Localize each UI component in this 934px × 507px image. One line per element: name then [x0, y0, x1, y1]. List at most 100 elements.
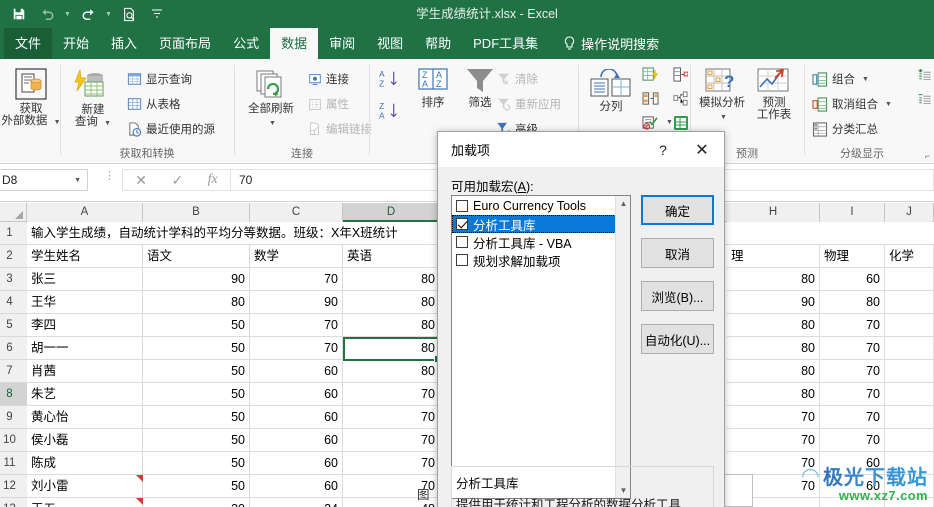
from-table-button[interactable]: 从表格	[127, 96, 181, 112]
redo-icon[interactable]	[75, 2, 101, 26]
cell-H4[interactable]: 90	[727, 291, 820, 314]
row-header-10[interactable]: 10	[0, 429, 27, 452]
cell-C10[interactable]: 60	[250, 429, 343, 452]
text-to-columns-button[interactable]: 分列	[584, 69, 638, 114]
cell-D2[interactable]: 英语	[343, 245, 440, 268]
cell-D7[interactable]: 80	[343, 360, 440, 383]
row-header-4[interactable]: 4	[0, 291, 27, 314]
group-button[interactable]: 组合 ▼	[812, 71, 869, 87]
sort-desc-button[interactable]: ZA	[379, 101, 403, 121]
cell-B12[interactable]: 50	[143, 475, 250, 498]
customize-qat-icon[interactable]	[144, 2, 170, 26]
row-header-13[interactable]: 13	[0, 498, 27, 507]
dialog-help-button[interactable]: ?	[648, 132, 678, 167]
cell-J2[interactable]: 化学	[885, 245, 934, 268]
cell-A6[interactable]: 胡一一	[27, 337, 143, 360]
cell-D9[interactable]: 70	[343, 406, 440, 429]
name-box-dropdown-icon[interactable]: ▼	[74, 177, 81, 184]
what-if-dropdown-icon[interactable]: ▼	[720, 111, 727, 124]
row-header-3[interactable]: 3	[0, 268, 27, 291]
cell-B8[interactable]: 50	[143, 383, 250, 406]
cell-A10[interactable]: 侯小磊	[27, 429, 143, 452]
cell-J8[interactable]	[885, 383, 934, 406]
data-validation-button[interactable]: ▼	[642, 115, 673, 130]
column-header-C[interactable]: C	[250, 203, 343, 222]
cell-B2[interactable]: 语文	[143, 245, 250, 268]
cell-D3[interactable]: 80	[343, 268, 440, 291]
connections-button[interactable]: 连接	[308, 71, 349, 87]
cell-C4[interactable]: 90	[250, 291, 343, 314]
column-header-I[interactable]: I	[820, 203, 885, 222]
cell-H7[interactable]: 80	[727, 360, 820, 383]
row-header-12[interactable]: 12	[0, 475, 27, 498]
cell-B3[interactable]: 90	[143, 268, 250, 291]
row-header-11[interactable]: 11	[0, 452, 27, 475]
addins-listbox[interactable]: Euro Currency Tools 分析工具库 分析工具库 - VBA 规划求解加…	[451, 195, 631, 499]
addins-scrollbar[interactable]: ▲ ▼	[615, 196, 630, 498]
dialog-close-button[interactable]: ✕	[680, 132, 724, 167]
sort-button[interactable]: Z A A Z 排序	[408, 67, 458, 110]
formula-bar-grip[interactable]: ⋮	[104, 171, 115, 182]
checkbox-icon[interactable]	[456, 236, 468, 248]
cell-I9[interactable]: 70	[820, 406, 885, 429]
cell-A5[interactable]: 李四	[27, 314, 143, 337]
sort-asc-button[interactable]: AZ	[379, 69, 403, 89]
name-box[interactable]: D8 ▼	[0, 169, 88, 191]
cell-A2[interactable]: 学生姓名	[27, 245, 143, 268]
cell-C9[interactable]: 60	[250, 406, 343, 429]
row-header-6[interactable]: 6	[0, 337, 27, 360]
refresh-all-dropdown-icon[interactable]: ▼	[269, 117, 276, 130]
cell-D8[interactable]: 70	[343, 383, 440, 406]
print-preview-icon[interactable]	[116, 2, 142, 26]
cell-H10[interactable]: 70	[727, 429, 820, 452]
show-detail-button[interactable]	[918, 69, 932, 82]
cell-B5[interactable]: 50	[143, 314, 250, 337]
tab-8[interactable]: 帮助	[414, 28, 462, 59]
consolidate-button[interactable]	[673, 67, 688, 82]
tab-9[interactable]: PDF工具集	[462, 28, 549, 59]
checkbox-icon[interactable]	[456, 254, 468, 266]
column-header-D[interactable]: D	[343, 203, 440, 222]
cell-J6[interactable]	[885, 337, 934, 360]
select-all-corner[interactable]	[0, 203, 27, 222]
what-if-analysis-button[interactable]: ? 模拟分析 ▼	[696, 67, 748, 124]
scroll-up-icon[interactable]: ▲	[616, 196, 631, 211]
cell-A13[interactable]: 王五	[27, 498, 143, 507]
tab-2[interactable]: 插入	[100, 28, 148, 59]
cell-B6[interactable]: 50	[143, 337, 250, 360]
cell-H8[interactable]: 80	[727, 383, 820, 406]
ungroup-button[interactable]: 取消组合 ▼	[812, 96, 892, 112]
cell-B11[interactable]: 50	[143, 452, 250, 475]
cell-D5[interactable]: 80	[343, 314, 440, 337]
column-header-B[interactable]: B	[143, 203, 250, 222]
cell-H9[interactable]: 70	[727, 406, 820, 429]
cell-D4[interactable]: 80	[343, 291, 440, 314]
cell-C13[interactable]: 24	[250, 498, 343, 507]
addin-list-item[interactable]: 分析工具库	[452, 215, 630, 233]
subtotal-button[interactable]: 分类汇总	[812, 121, 878, 137]
cell-H3[interactable]: 80	[727, 268, 820, 291]
cell-I2[interactable]: 物理	[820, 245, 885, 268]
cell-I10[interactable]: 70	[820, 429, 885, 452]
ungroup-dropdown-icon[interactable]: ▼	[885, 101, 892, 108]
cell-B9[interactable]: 50	[143, 406, 250, 429]
relationships-button[interactable]	[673, 91, 688, 106]
tell-me-search[interactable]: 操作说明搜索	[549, 28, 659, 59]
tab-3[interactable]: 页面布局	[148, 28, 222, 59]
cell-H5[interactable]: 80	[727, 314, 820, 337]
cell-A12[interactable]: 刘小雷	[27, 475, 143, 498]
cell-C6[interactable]: 70	[250, 337, 343, 360]
addin-list-item[interactable]: 规划求解加载项	[452, 251, 630, 269]
cell-B4[interactable]: 80	[143, 291, 250, 314]
automation-button[interactable]: 自动化(U)...	[641, 324, 714, 354]
reapply-filter-button[interactable]: 重新应用	[496, 96, 561, 112]
cell-B13[interactable]: 30	[143, 498, 250, 507]
properties-button[interactable]: 属性	[308, 96, 349, 112]
tab-4[interactable]: 公式	[222, 28, 270, 59]
cell-J5[interactable]	[885, 314, 934, 337]
clear-filter-button[interactable]: 清除	[496, 71, 538, 87]
row-header-7[interactable]: 7	[0, 360, 27, 383]
checkbox-icon[interactable]	[456, 218, 468, 230]
addin-list-item[interactable]: 分析工具库 - VBA	[452, 233, 630, 251]
insert-function-icon[interactable]: fx	[208, 172, 218, 188]
